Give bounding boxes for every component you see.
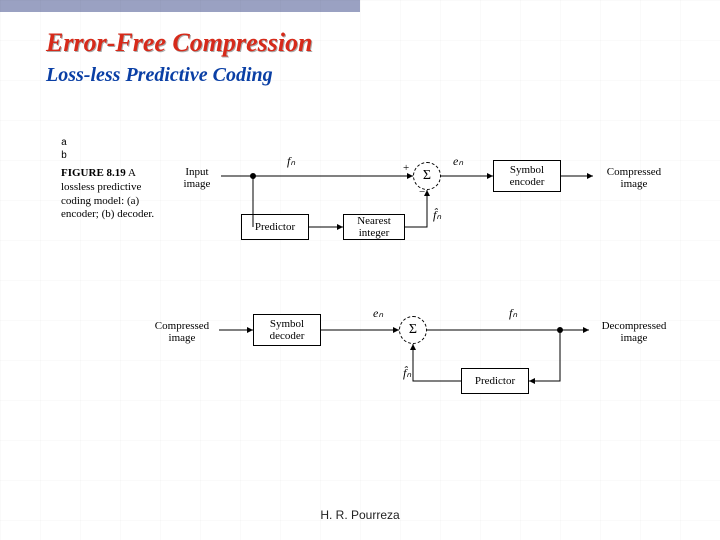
decoder-predictor-box: Predictor bbox=[461, 368, 529, 394]
marker-b: b bbox=[61, 151, 67, 162]
encoder-branch-dot bbox=[250, 173, 256, 179]
sigma-icon-2: Σ bbox=[409, 322, 417, 338]
slide-title: Error-Free Compression bbox=[46, 28, 313, 58]
decoder-input-label: Compressed image bbox=[145, 320, 219, 344]
marker-a: a bbox=[61, 138, 67, 149]
figure-caption: a b FIGURE 8.19 A lossless predictive co… bbox=[61, 138, 157, 222]
sigma-icon: Σ bbox=[423, 168, 431, 184]
encoder-summation: Σ bbox=[413, 162, 441, 190]
encoder-plus-sign: + bbox=[403, 162, 409, 174]
encoder-predictor-box: Predictor bbox=[241, 214, 309, 240]
decoder-fhat-label: f̂ₙ bbox=[403, 366, 411, 381]
figure-diagram: a b FIGURE 8.19 A lossless predictive co… bbox=[55, 130, 685, 460]
decoder-summation: Σ bbox=[399, 316, 427, 344]
encoder-fn-label: fₙ bbox=[287, 154, 295, 169]
encoder-predictor-label: Predictor bbox=[255, 221, 295, 233]
symbol-decoder-box: Symbol decoder bbox=[253, 314, 321, 346]
decoder-en-label: eₙ bbox=[373, 306, 383, 321]
encoder-output-label: Compressed image bbox=[595, 166, 673, 190]
symbol-encoder-box: Symbol encoder bbox=[493, 160, 561, 192]
nearest-integer-label: Nearest integer bbox=[344, 215, 404, 239]
decoder-predictor-label: Predictor bbox=[475, 375, 515, 387]
decoder-fn-label: fₙ bbox=[509, 306, 517, 321]
symbol-decoder-label: Symbol decoder bbox=[254, 318, 320, 342]
slide-header-bar bbox=[0, 0, 360, 12]
encoder-fhat-label: f̂ₙ bbox=[433, 208, 441, 223]
slide-subtitle: Loss-less Predictive Coding bbox=[46, 64, 273, 87]
nearest-integer-box: Nearest integer bbox=[343, 214, 405, 240]
symbol-encoder-label: Symbol encoder bbox=[494, 164, 560, 188]
slide-footer: H. R. Pourreza bbox=[0, 508, 720, 522]
encoder-input-label: Input image bbox=[173, 166, 221, 190]
figure-label: FIGURE 8.19 bbox=[61, 167, 126, 179]
decoder-branch-dot bbox=[557, 327, 563, 333]
encoder-en-label: eₙ bbox=[453, 154, 463, 169]
encoder-minus-sign: − bbox=[419, 186, 425, 198]
decoder-output-label: Decompressed image bbox=[591, 320, 677, 344]
